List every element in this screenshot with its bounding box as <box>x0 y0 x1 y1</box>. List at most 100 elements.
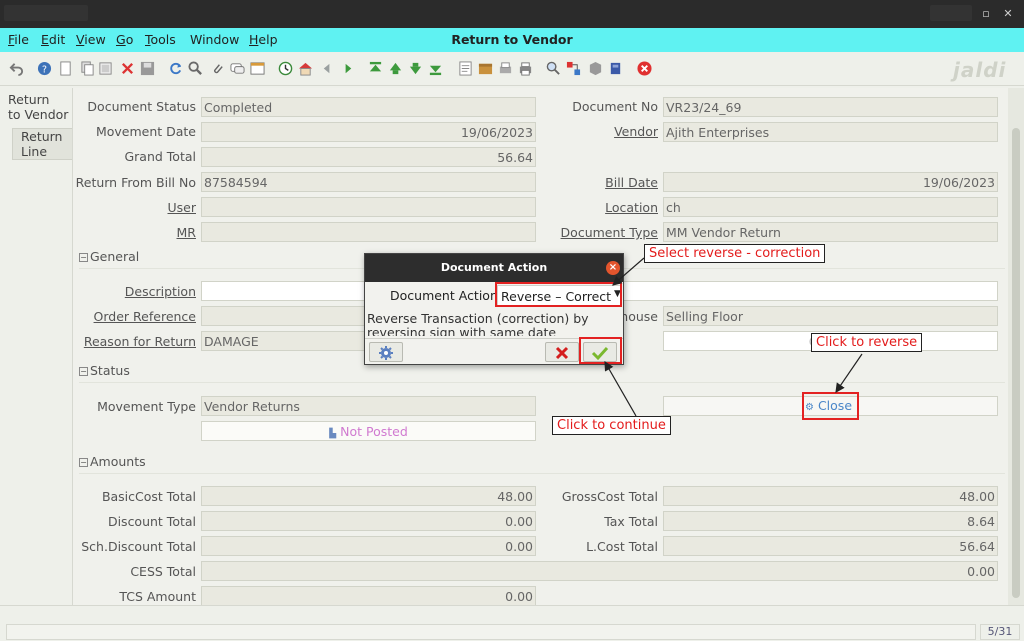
chart-icon: ▙ <box>329 429 337 439</box>
gross-cost-total-label: GrossCost Total <box>561 489 658 504</box>
print-preview-icon[interactable] <box>498 61 513 76</box>
mr-field[interactable] <box>201 222 536 242</box>
tab-label-line1: Return <box>21 129 63 144</box>
cancel-button[interactable] <box>545 342 579 362</box>
document-no-field[interactable]: VR23/24_69 <box>663 97 998 117</box>
document-status-field[interactable]: Completed <box>201 97 536 117</box>
basic-cost-total-label: BasicCost Total <box>101 489 196 504</box>
left-tab-panel: Return to Vendor Return Line <box>0 88 72 608</box>
tab-label-line2: Line <box>21 144 48 159</box>
last-record-icon[interactable] <box>428 61 443 76</box>
callout-click-continue: Click to continue <box>552 416 671 435</box>
tax-total-field[interactable]: 8.64 <box>663 511 998 531</box>
user-field[interactable] <box>201 197 536 217</box>
product-info-icon[interactable] <box>588 61 603 76</box>
return-from-bill-no-field[interactable]: 87584594 <box>201 172 536 192</box>
return-from-bill-no-label: Return From Bill No <box>75 175 196 190</box>
scroll-thumb[interactable] <box>1012 128 1020 598</box>
section-title: Status <box>90 363 130 378</box>
print-icon[interactable] <box>518 61 533 76</box>
collapse-icon: − <box>79 458 88 467</box>
history-icon[interactable] <box>278 61 293 76</box>
document-type-label: Document Type <box>560 225 658 240</box>
movement-type-field[interactable]: Vendor Returns <box>201 396 536 416</box>
location-label: Location <box>605 200 658 215</box>
highlight-close-button <box>802 392 859 420</box>
section-title: General <box>90 249 140 264</box>
movement-date-field[interactable]: 19/06/2023 <box>201 122 536 142</box>
undo-icon[interactable] <box>9 61 24 76</box>
lock-icon[interactable] <box>608 61 623 76</box>
tab-return-line[interactable]: Return Line <box>12 128 72 160</box>
status-section-header[interactable]: − Status <box>79 363 1005 383</box>
status-message <box>6 624 976 640</box>
archive-icon[interactable] <box>478 61 493 76</box>
new-record-icon[interactable] <box>58 61 73 76</box>
copy-record-icon[interactable] <box>80 61 95 76</box>
tab-label-line1: Return <box>8 92 50 107</box>
help-icon[interactable]: ? <box>37 61 52 76</box>
previous-record-icon[interactable] <box>388 61 403 76</box>
location-field[interactable]: ch <box>663 197 998 217</box>
tab-label-line2: to Vendor <box>8 107 69 122</box>
dialog-close-icon[interactable]: × <box>606 261 620 275</box>
chat-icon[interactable] <box>230 61 245 76</box>
highlight-ok-button <box>579 337 622 364</box>
report-icon[interactable] <box>458 61 473 76</box>
document-action-label: Document Action <box>390 288 498 303</box>
vertical-scrollbar[interactable] <box>1008 88 1024 605</box>
dialog-title: Document Action <box>365 254 623 282</box>
basic-cost-total-field[interactable]: 48.00 <box>201 486 536 506</box>
gross-cost-total-field[interactable]: 48.00 <box>663 486 998 506</box>
warehouse-field[interactable]: Selling Floor <box>663 306 998 326</box>
home-icon[interactable] <box>298 61 313 76</box>
menu-bar: File Edit View Go Tools Window Help Retu… <box>0 28 1024 52</box>
tcs-amount-field[interactable]: 0.00 <box>201 586 536 605</box>
back-icon[interactable] <box>320 61 335 76</box>
titlebar-placeholder <box>4 5 88 21</box>
highlight-document-action-select <box>495 282 622 307</box>
first-record-icon[interactable] <box>368 61 383 76</box>
process-options-button[interactable] <box>369 342 403 362</box>
sch-discount-total-label: Sch.Discount Total <box>81 539 196 554</box>
attachment-icon[interactable] <box>210 61 225 76</box>
tab-return-to-vendor[interactable]: Return to Vendor <box>8 92 68 122</box>
refresh-icon[interactable] <box>168 61 183 76</box>
section-title: Amounts <box>90 454 146 469</box>
bill-date-field[interactable]: 19/06/2023 <box>663 172 998 192</box>
titlebar-placeholder-right <box>930 5 972 21</box>
action-description-line1: Reverse Transaction (correction) by <box>367 312 589 326</box>
find-icon[interactable] <box>188 61 203 76</box>
grid-toggle-icon[interactable] <box>250 61 265 76</box>
amounts-section-header[interactable]: − Amounts <box>79 454 1005 474</box>
discount-total-field[interactable]: 0.00 <box>201 511 536 531</box>
multi-record-icon[interactable] <box>98 61 113 76</box>
vendor-field[interactable]: Ajith Enterprises <box>663 122 998 142</box>
movement-type-label: Movement Type <box>97 399 196 414</box>
minimize-icon[interactable]: ▫ <box>978 6 994 22</box>
delete-icon[interactable] <box>120 61 135 76</box>
sch-discount-total-field[interactable]: 0.00 <box>201 536 536 556</box>
post-button[interactable]: ▙ Not Posted <box>201 421 536 441</box>
exit-icon[interactable] <box>637 61 652 76</box>
cess-total-field[interactable]: 0.00 <box>201 561 998 581</box>
save-icon[interactable] <box>140 61 155 76</box>
l-cost-total-field[interactable]: 56.64 <box>663 536 998 556</box>
document-type-field[interactable]: MM Vendor Return <box>663 222 998 242</box>
document-no-label: Document No <box>572 99 658 114</box>
workflow-icon[interactable] <box>566 61 581 76</box>
movement-date-label: Movement Date <box>95 124 196 139</box>
forward-icon[interactable] <box>340 61 355 76</box>
collapse-icon: − <box>79 367 88 376</box>
next-record-icon[interactable] <box>408 61 423 76</box>
svg-text:?: ? <box>42 64 47 75</box>
zoom-across-icon[interactable] <box>546 61 561 76</box>
grand-total-field[interactable]: 56.64 <box>201 147 536 167</box>
toolbar: ? jaldi <box>0 52 1024 86</box>
cancel-x-icon <box>555 346 569 360</box>
record-counter[interactable]: 5/31 <box>980 624 1020 640</box>
not-posted-label: Not Posted <box>340 424 408 439</box>
close-window-icon[interactable]: ✕ <box>1000 6 1016 22</box>
action-description: Reverse Transaction (correction) by reve… <box>367 312 621 336</box>
description-label: Description <box>124 284 196 299</box>
